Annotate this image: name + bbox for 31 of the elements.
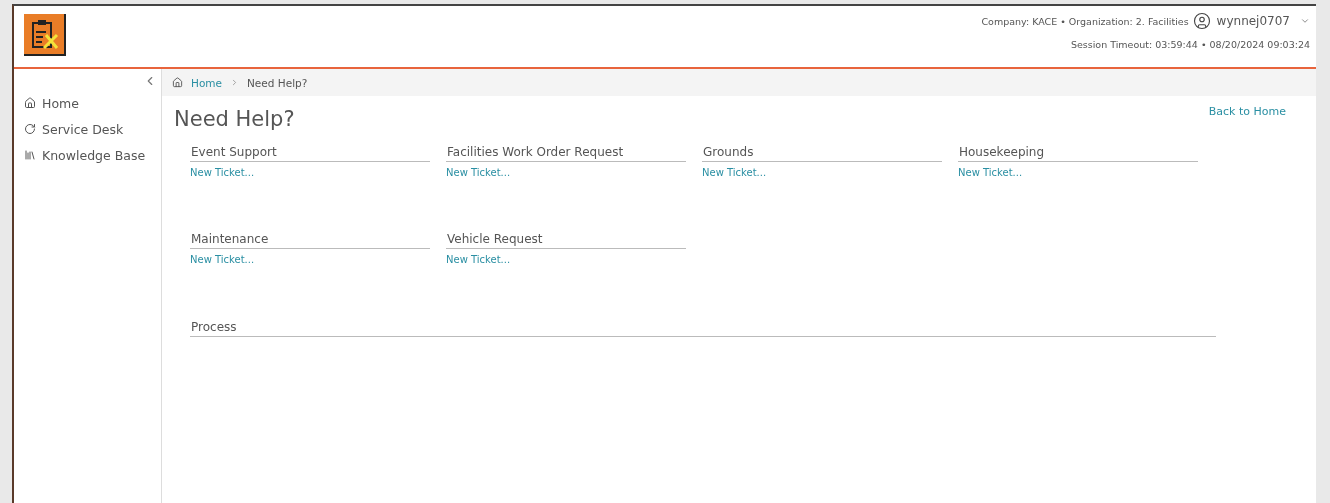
sidebar-item[interactable]: Home: [14, 90, 161, 116]
page-title: Need Help?: [174, 107, 295, 131]
home-icon[interactable]: [172, 77, 183, 88]
new-ticket-link[interactable]: New Ticket...: [958, 167, 1198, 178]
new-ticket-link[interactable]: New Ticket...: [190, 254, 430, 265]
sidebar-item[interactable]: Knowledge Base: [14, 142, 161, 168]
new-ticket-link[interactable]: New Ticket...: [190, 167, 430, 178]
breadcrumb-link[interactable]: Home: [191, 76, 222, 89]
dropdown-icon[interactable]: [1300, 16, 1310, 26]
logo-icon: [24, 14, 66, 56]
category-heading: Facilities Work Order Request: [446, 145, 686, 162]
new-ticket-link[interactable]: New Ticket...: [446, 167, 686, 178]
category-heading: Event Support: [190, 145, 430, 162]
new-ticket-link[interactable]: New Ticket...: [446, 254, 686, 265]
user-name[interactable]: wynnej0707: [1216, 14, 1290, 28]
books-icon: [24, 149, 36, 161]
session-timeout: Session Timeout: 03:59:44 • 08/20/2024 09:03:24: [1070, 39, 1310, 50]
category-heading: Maintenance: [190, 232, 430, 249]
section-heading: Process: [190, 320, 1216, 337]
chevron-right-icon: [230, 78, 239, 87]
refresh-icon: [24, 123, 36, 135]
category-heading: Housekeeping: [958, 145, 1198, 162]
new-ticket-link[interactable]: New Ticket...: [702, 167, 942, 178]
back-link[interactable]: Back to Home: [1208, 105, 1286, 118]
category-heading: Vehicle Request: [446, 232, 686, 249]
category-heading: Grounds: [702, 145, 942, 162]
breadcrumb-current: Need Help?: [247, 76, 308, 89]
organization-label: Company: KACE • Organization: 2. Facilities: [981, 15, 1189, 27]
home-icon: [24, 97, 36, 109]
user-icon: [1192, 12, 1211, 30]
sidebar-item[interactable]: Service Desk: [14, 116, 161, 142]
